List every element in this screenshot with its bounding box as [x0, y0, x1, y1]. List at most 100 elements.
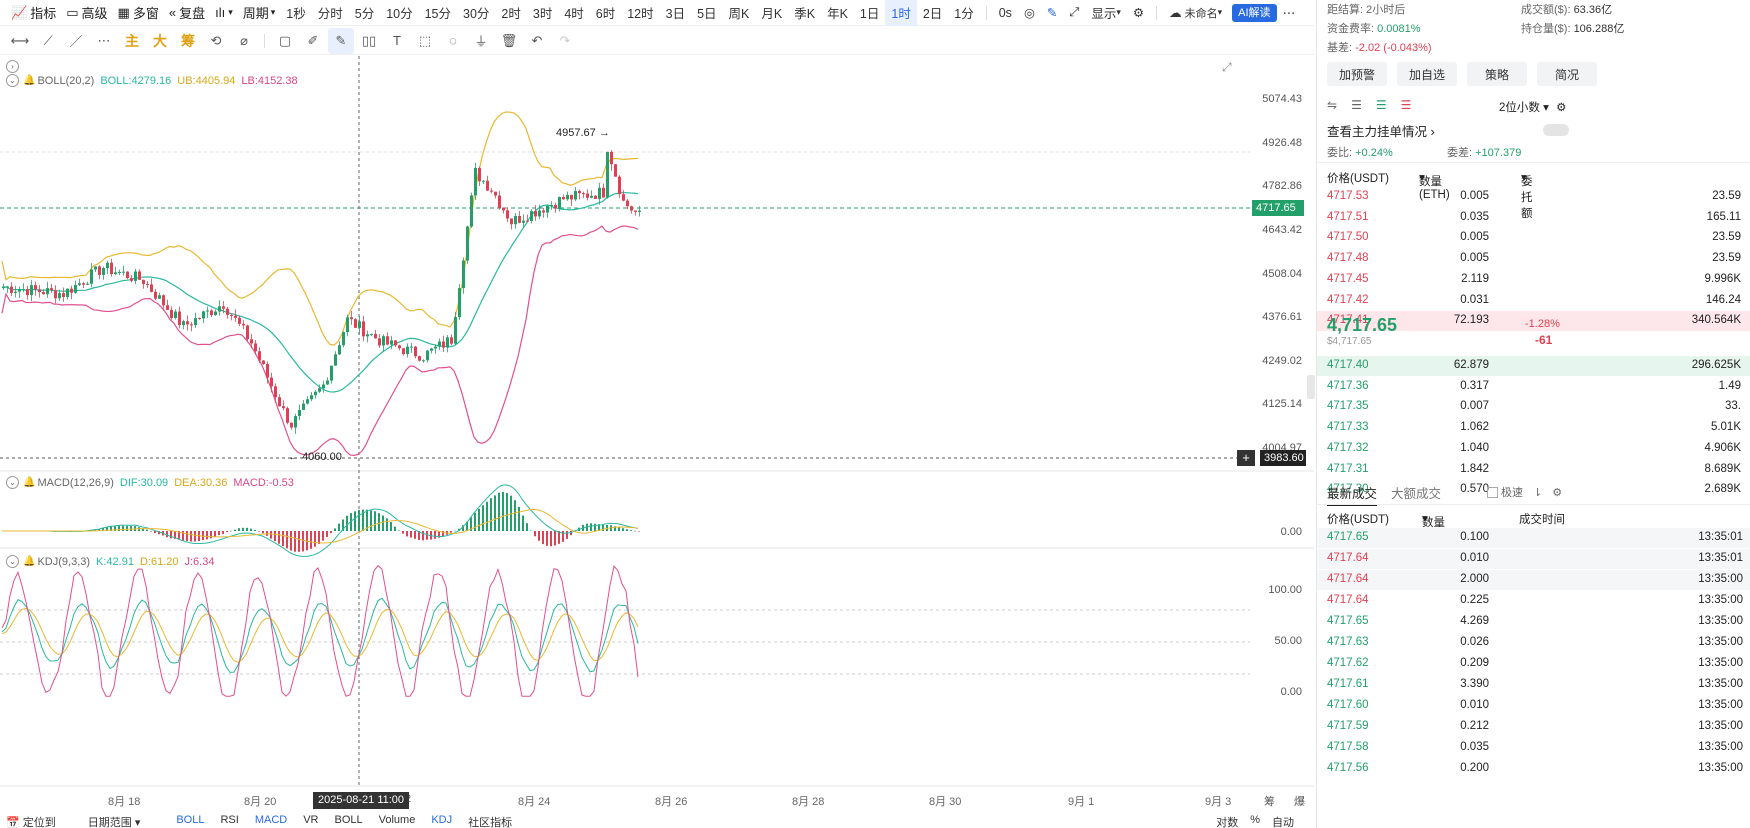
- measure-icon[interactable]: ⬚: [412, 28, 438, 54]
- collapse-icon[interactable]: ⌄: [6, 555, 19, 568]
- book-list-icon[interactable]: ☰: [1351, 98, 1362, 112]
- overview-button[interactable]: 简况: [1537, 62, 1597, 86]
- more-icon[interactable]: ⋯: [91, 28, 117, 54]
- magnet-icon[interactable]: ◌: [440, 28, 466, 54]
- ray-icon[interactable]: ／: [63, 28, 89, 54]
- interval-5[interactable]: 30分: [457, 0, 495, 26]
- collapse-icon[interactable]: ⌄: [6, 476, 19, 489]
- interval-12[interactable]: 5日: [691, 0, 722, 26]
- redo-icon[interactable]: ↷: [552, 28, 578, 54]
- sort-icon[interactable]: ⇂: [1533, 486, 1542, 499]
- interval-3[interactable]: 10分: [380, 0, 418, 26]
- bid-row[interactable]: 4717.40 62.879 296.625K: [1317, 356, 1750, 376]
- ask-row[interactable]: 4717.45 2.119 9.996K: [1317, 270, 1750, 290]
- add-favorite-button[interactable]: 加自选: [1397, 62, 1457, 86]
- interval-11[interactable]: 3日: [660, 0, 691, 26]
- multi-window-button[interactable]: ▦ 多窗: [113, 0, 164, 26]
- add-alert-icon[interactable]: +: [1237, 450, 1255, 466]
- undo-icon[interactable]: ↶: [524, 28, 550, 54]
- layout-button[interactable]: ☁ 未命名 ▾: [1163, 0, 1228, 26]
- add-alert-button[interactable]: 加预警: [1327, 62, 1387, 86]
- settings-icon[interactable]: ⚙: [1552, 486, 1562, 499]
- bell-icon[interactable]: 🔔: [23, 477, 35, 488]
- main-chart-toggle[interactable]: 主: [119, 28, 145, 54]
- rectangle-icon[interactable]: ▢: [272, 28, 298, 54]
- ask-row[interactable]: 4717.48 0.005 23.59: [1317, 249, 1750, 269]
- brush-icon[interactable]: ✎: [328, 27, 354, 54]
- interval-9[interactable]: 6时: [590, 0, 621, 26]
- chips-corner-label[interactable]: 筹: [1264, 793, 1275, 809]
- indicator-tab-vr[interactable]: VR: [303, 814, 318, 828]
- bell-icon[interactable]: 🔔: [23, 556, 35, 567]
- interval-1[interactable]: 分时: [312, 0, 349, 26]
- interval-10[interactable]: 12时: [621, 0, 659, 26]
- indicator-tab-rsi[interactable]: RSI: [220, 814, 238, 828]
- auto-scale-toggle[interactable]: 自动: [1272, 814, 1294, 828]
- depth-link[interactable]: 查看主力挂单情况 ›: [1327, 121, 1435, 140]
- interval-2[interactable]: 5分: [349, 0, 380, 26]
- settings-icon[interactable]: ⚙: [1556, 102, 1566, 114]
- book-asks-icon[interactable]: ☰: [1401, 98, 1412, 112]
- sync-icon[interactable]: ⟲: [203, 28, 229, 54]
- chart-area[interactable]: [0, 56, 1314, 814]
- fullscreen-icon[interactable]: ⤢: [1063, 0, 1085, 26]
- indicator-tab-kdj[interactable]: KDJ: [431, 814, 452, 828]
- expand-icon[interactable]: ⤢: [1222, 60, 1232, 75]
- bid-row[interactable]: 4717.35 0.007 33.: [1317, 397, 1750, 417]
- strategy-button[interactable]: 策略: [1467, 62, 1527, 86]
- qty-unit-select[interactable]: 数量 (ETH) ▾: [1419, 170, 1450, 201]
- collapse-toggle[interactable]: ›: [6, 58, 23, 73]
- panel-collapse-handle[interactable]: [1307, 375, 1315, 399]
- chips-toggle[interactable]: 筹: [175, 28, 201, 54]
- large-trades-tab[interactable]: 大额成交: [1391, 483, 1441, 506]
- hide-drawing-icon[interactable]: ⌀: [231, 28, 257, 54]
- interval-6[interactable]: 2时: [495, 0, 526, 26]
- advanced-button[interactable]: ▭ 高级: [61, 0, 112, 26]
- bid-row[interactable]: 4717.32 1.040 4.906K: [1317, 439, 1750, 459]
- candles-icon[interactable]: ▯▯: [356, 28, 382, 54]
- interval-0[interactable]: 1秒: [280, 0, 311, 26]
- horizontal-line-icon[interactable]: ⟷: [7, 28, 33, 54]
- interval-17[interactable]: 1日: [854, 0, 885, 26]
- interval-14[interactable]: 月K: [755, 0, 788, 26]
- depth-switch[interactable]: [1543, 124, 1569, 136]
- bell-icon[interactable]: 🔔: [23, 75, 35, 86]
- interval-13[interactable]: 周K: [723, 0, 756, 26]
- date-range-button[interactable]: 日期范围 ▾: [88, 814, 141, 828]
- interval-8[interactable]: 4时: [558, 0, 589, 26]
- ruler-icon[interactable]: ✐: [300, 28, 326, 54]
- collapse-icon[interactable]: ⌄: [6, 74, 19, 87]
- indicator-button[interactable]: 📈 指标: [6, 0, 61, 26]
- ask-row[interactable]: 4717.51 0.035 165.11: [1317, 208, 1750, 228]
- big-order-toggle[interactable]: 大: [147, 28, 173, 54]
- interval-7[interactable]: 3时: [527, 0, 558, 26]
- fast-mode-checkbox[interactable]: 极速: [1487, 484, 1523, 500]
- indicator-tab-boll[interactable]: BOLL: [176, 814, 204, 828]
- trend-line-icon[interactable]: ⟋: [35, 28, 61, 54]
- amount-select[interactable]: 委托额 ▾: [1521, 170, 1533, 220]
- interval-20[interactable]: 1分: [948, 0, 979, 26]
- book-both-icon[interactable]: ⇋: [1327, 98, 1337, 112]
- log-scale-toggle[interactable]: 对数: [1216, 814, 1238, 828]
- bid-row[interactable]: 4717.31 1.842 8.689K: [1317, 460, 1750, 480]
- text-icon[interactable]: T: [384, 28, 410, 54]
- interval-18[interactable]: 1时: [885, 0, 917, 26]
- replay-button[interactable]: «复盘: [164, 0, 210, 26]
- chart-type-button[interactable]: ılı ▾: [210, 0, 238, 26]
- percent-scale-toggle[interactable]: %: [1250, 814, 1260, 828]
- interval-15[interactable]: 季K: [788, 0, 821, 26]
- ask-row[interactable]: 4717.50 0.005 23.59: [1317, 228, 1750, 248]
- display-button[interactable]: 显示 ▾: [1085, 0, 1127, 26]
- burst-corner-label[interactable]: 爆: [1294, 793, 1305, 809]
- filter-icon[interactable]: ⏚: [468, 28, 494, 54]
- indicator-tab-macd[interactable]: MACD: [255, 814, 287, 828]
- indicator-tab-boll[interactable]: BOLL: [335, 814, 363, 828]
- interval-19[interactable]: 2日: [917, 0, 948, 26]
- indicator-tab-volume[interactable]: Volume: [379, 814, 416, 828]
- period-button[interactable]: 周期 ▾: [238, 0, 281, 26]
- bid-row[interactable]: 4717.33 1.062 5.01K: [1317, 418, 1750, 438]
- calendar-icon[interactable]: 📅 定位到: [6, 814, 56, 828]
- interval-16[interactable]: 年K: [821, 0, 854, 26]
- book-bids-icon[interactable]: ☰: [1376, 98, 1387, 112]
- settings-icon[interactable]: ⚙: [1127, 0, 1150, 26]
